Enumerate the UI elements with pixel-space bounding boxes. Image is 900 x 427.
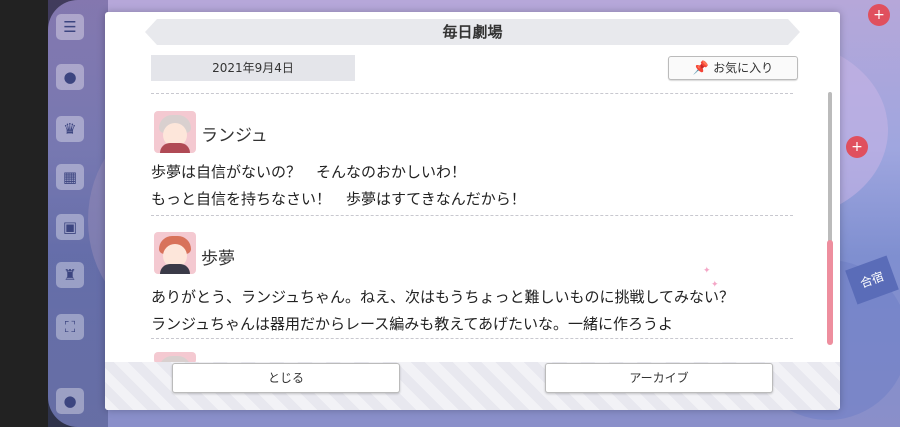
message-line: ありがとう、ランジュちゃん。ねえ、次はもうちょっと難しいものに挑戦してみない？ — [151, 288, 735, 306]
avatar-ayumu — [154, 232, 196, 274]
dialog-title: 毎日劇場 — [145, 19, 800, 45]
chat-icon[interactable]: ● — [56, 64, 84, 90]
profile-icon[interactable]: ● — [56, 388, 84, 414]
fullscreen-icon[interactable]: ⛶ — [56, 314, 84, 340]
scrollbar-thumb[interactable] — [827, 240, 833, 345]
sparkle-icon: ✦ — [703, 266, 711, 276]
notification-badge-icon[interactable]: + — [868, 4, 890, 26]
divider — [151, 215, 793, 216]
close-button[interactable]: とじる — [172, 363, 400, 393]
message-line: ランジュちゃんは器用だからレース編みも教えてあげたいな。一緒に作ろうよ — [151, 315, 674, 333]
daily-theater-dialog: 毎日劇場 2021年9月4日 📌 お気に入り ランジュ 歩夢は自信がないの？ そん… — [105, 12, 840, 410]
gift-icon[interactable]: ▦ — [56, 164, 84, 190]
hamburger-menu-icon[interactable]: ☰ — [56, 14, 84, 40]
speaker-name: ランジュ — [201, 126, 268, 146]
speaker-name: 歩夢 — [201, 249, 235, 269]
notification-badge-icon[interactable]: + — [846, 136, 868, 158]
message-item: 歩夢 ありがとう、ランジュちゃん。ねえ、次はもうちょっと難しいものに挑戦してみな… — [151, 232, 791, 338]
divider — [151, 338, 793, 339]
divider — [151, 93, 793, 94]
archive-button[interactable]: アーカイブ — [545, 363, 773, 393]
scrollbar[interactable] — [827, 92, 833, 345]
trophy-icon[interactable]: ♜ — [56, 262, 84, 288]
favorite-button-label: お気に入り — [713, 61, 774, 75]
message-line: もっと自信を持ちなさい！ 歩夢はすてきなんだから！ — [151, 190, 526, 208]
avatar-lanzhu — [154, 111, 196, 153]
date-label: 2021年9月4日 — [151, 55, 355, 81]
pin-icon: 📌 — [692, 61, 710, 76]
favorite-button[interactable]: 📌 お気に入り — [668, 56, 798, 80]
sparkle-icon: ✦ — [711, 280, 719, 290]
message-line: 歩夢は自信がないの？ そんなのおかしいわ！ — [151, 163, 467, 181]
board-icon[interactable]: ▣ — [56, 214, 84, 240]
present-icon[interactable]: ♛ — [56, 116, 84, 142]
message-item: ランジュ 歩夢は自信がないの？ そんなのおかしいわ！ もっと自信を持ちなさい！ … — [151, 109, 791, 215]
